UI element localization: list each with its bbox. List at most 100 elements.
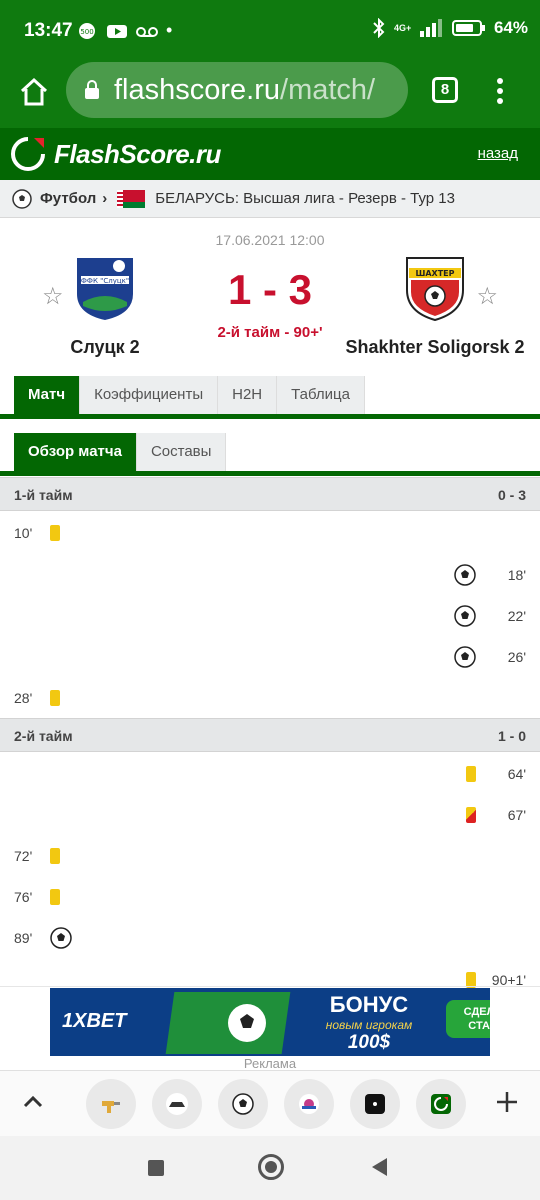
event-minute: 67' xyxy=(507,807,526,823)
ad-banner[interactable]: 1XBET БОНУС новым игрокам 100$ СДЕЛАТЬ С… xyxy=(50,988,490,1056)
event-row: 64' xyxy=(466,759,526,789)
yellow-card-icon xyxy=(50,525,60,541)
tab-underline xyxy=(0,414,540,419)
half-header: 1-й тайм 0 - 3 xyxy=(0,477,540,511)
tab-h2h[interactable]: H2H xyxy=(218,376,278,414)
away-team-crest: ШАХТЕР xyxy=(406,257,464,322)
event-row: 28' xyxy=(14,683,60,713)
tab-switcher-button[interactable]: 8 xyxy=(432,77,458,103)
flashscore-logo-icon xyxy=(11,137,45,171)
tab-odds[interactable]: Коэффициенты xyxy=(80,376,219,414)
shortcut-5[interactable] xyxy=(350,1079,400,1129)
battery-icon xyxy=(451,20,485,36)
ad-subline: новым игрокам xyxy=(325,1018,413,1032)
shortcut-6[interactable] xyxy=(416,1079,466,1129)
breadcrumb-sport[interactable]: Футбол xyxy=(40,190,96,207)
tab-match[interactable]: Матч xyxy=(14,376,81,414)
belarus-flag-icon xyxy=(117,189,146,208)
football-icon xyxy=(12,188,32,209)
notification-icons: 500 • xyxy=(76,20,172,41)
event-minute: 76' xyxy=(14,889,33,905)
chevron-right-icon: › xyxy=(102,190,108,207)
match-tabs: Матч Коэффициенты H2H Таблица xyxy=(14,376,365,414)
event-row: 26' xyxy=(454,642,526,672)
tab-table[interactable]: Таблица xyxy=(277,376,365,414)
youtube-icon xyxy=(107,24,127,38)
shortcut-car-icon xyxy=(166,1093,188,1115)
favorite-star-away-icon[interactable]: ☆ xyxy=(476,282,498,311)
back-nav-button[interactable] xyxy=(372,1158,387,1176)
goal-ball-icon xyxy=(454,605,476,627)
battery-percent: 64% xyxy=(493,18,528,37)
subtab-summary[interactable]: Обзор матча xyxy=(14,433,137,471)
shortcut-bar xyxy=(0,1070,540,1136)
shortcut-drill-icon xyxy=(102,1101,120,1113)
shortcut-1[interactable] xyxy=(86,1079,136,1129)
event-minute: 10' xyxy=(14,525,33,541)
match-header: 17.06.2021 12:00 ☆ ФФК "Слуцк" Слуцк 2 1… xyxy=(0,218,540,368)
yellow-card-icon xyxy=(50,690,60,706)
shortcut-4[interactable] xyxy=(284,1079,334,1129)
status-bar: 13:47 500 • 4G+ 64% xyxy=(0,0,540,62)
event-row: 76' xyxy=(14,882,60,912)
site-logo[interactable]: FlashScore.ru xyxy=(10,136,221,172)
half-label: 2-й тайм xyxy=(14,728,73,744)
overflow-menu-icon[interactable] xyxy=(492,76,508,106)
svg-text:ШАХТЕР: ШАХТЕР xyxy=(415,269,454,278)
shortcut-app-icon xyxy=(365,1094,385,1114)
yellow-card-icon xyxy=(50,889,60,905)
half-header: 2-й тайм 1 - 0 xyxy=(0,718,540,752)
shortcut-logo-icon xyxy=(299,1094,319,1114)
url-bar[interactable]: flashscore.ru/match/ xyxy=(66,62,408,118)
event-row: 89' xyxy=(14,923,72,953)
shortcut-3[interactable] xyxy=(218,1079,268,1129)
ad-cta-button[interactable]: СДЕЛАТЬ СТАВКУ xyxy=(446,1000,490,1038)
yellow-card-icon xyxy=(466,766,476,782)
event-row: 18' xyxy=(454,560,526,590)
event-row: 22' xyxy=(454,601,526,631)
app-notification-icon: 500 xyxy=(79,22,95,39)
shortcut-2[interactable] xyxy=(152,1079,202,1129)
breadcrumb: Футбол › БЕЛАРУСЬ: Высшая лига - Резерв … xyxy=(0,180,540,218)
subtab-lineups[interactable]: Составы xyxy=(136,433,227,471)
event-row: 72' xyxy=(14,841,60,871)
ad-divider xyxy=(0,986,540,987)
ad-headline: БОНУС xyxy=(329,992,409,1017)
svg-text:500: 500 xyxy=(80,28,93,36)
ad-label: Реклама xyxy=(243,1056,297,1071)
more-notifications-icon: • xyxy=(166,20,173,40)
yellow-card-icon xyxy=(50,848,60,864)
lock-icon xyxy=(85,80,99,99)
match-datetime: 17.06.2021 12:00 xyxy=(215,232,325,248)
away-team[interactable]: ШАХТЕР Shakhter Soligorsk 2 xyxy=(330,254,540,358)
yellow-red-card-icon xyxy=(466,807,476,823)
ad-brand: 1XBET xyxy=(62,1010,127,1032)
event-minute: 72' xyxy=(14,848,33,864)
voicemail-icon xyxy=(136,26,158,37)
event-minute: 64' xyxy=(507,766,526,782)
goal-ball-icon xyxy=(454,564,476,586)
goal-ball-icon xyxy=(454,646,476,668)
status-time: 13:47 xyxy=(24,20,73,41)
shortcut-flashscore-icon xyxy=(431,1094,451,1114)
home-nav-button[interactable] xyxy=(258,1154,284,1180)
event-minute: 89' xyxy=(14,930,33,946)
plus-icon[interactable] xyxy=(494,1089,520,1115)
ad-amount: 100$ xyxy=(347,1032,391,1053)
network-type: 4G+ xyxy=(393,22,412,33)
bluetooth-icon xyxy=(373,18,385,38)
match-subtabs: Обзор матча Составы xyxy=(14,433,227,471)
recents-button[interactable] xyxy=(148,1160,164,1176)
home-icon[interactable] xyxy=(18,76,50,108)
subtab-underline xyxy=(0,471,540,476)
half-label: 1-й тайм xyxy=(14,487,73,503)
ad-ball-icon xyxy=(228,1004,266,1042)
status-right: 4G+ 64% xyxy=(372,18,528,38)
event-minute: 26' xyxy=(507,649,526,665)
chevron-up-icon[interactable] xyxy=(20,1089,46,1115)
back-link[interactable]: назад xyxy=(478,145,518,162)
signal-icon xyxy=(419,19,442,37)
event-minute: 22' xyxy=(507,608,526,624)
breadcrumb-league[interactable]: БЕЛАРУСЬ: Высшая лига - Резерв - Тур 13 xyxy=(155,190,455,207)
site-logo-text: FlashScore.ru xyxy=(54,138,221,169)
